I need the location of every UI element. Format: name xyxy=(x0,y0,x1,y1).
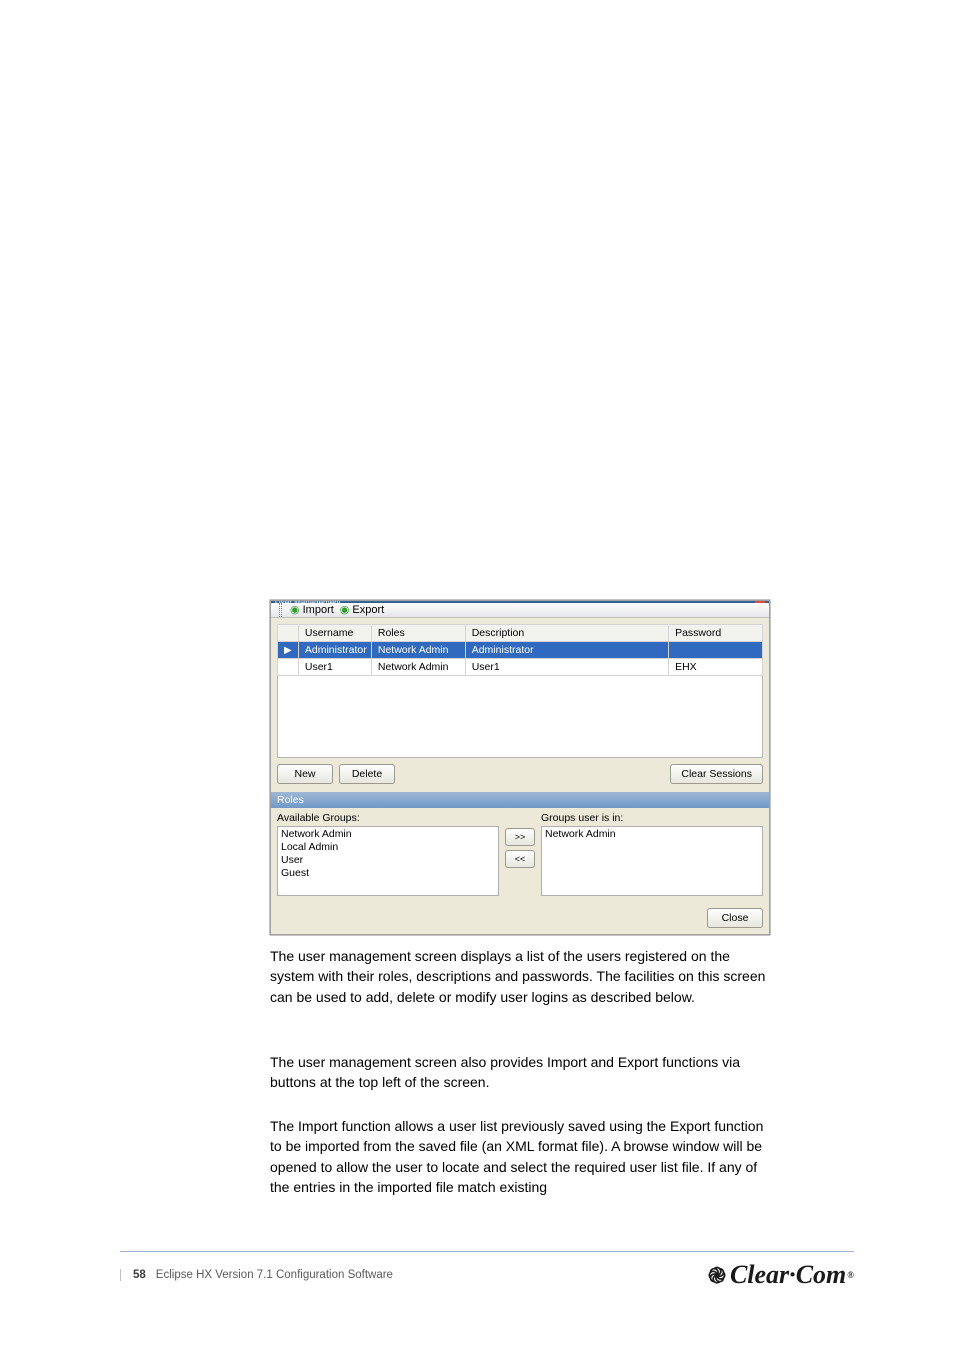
roles-section-header: Roles xyxy=(271,792,769,808)
body-paragraph: The user management screen also provides… xyxy=(270,1052,770,1093)
delete-button[interactable]: Delete xyxy=(339,764,395,784)
export-label: Export xyxy=(352,604,384,616)
new-button[interactable]: New xyxy=(277,764,333,784)
col-password[interactable]: Password xyxy=(669,625,763,642)
export-button[interactable]: ◉ Export xyxy=(340,604,384,616)
brand-text-b: Com xyxy=(796,1260,847,1290)
brand-logo: ֎ Clear·Com® xyxy=(708,1260,854,1290)
roles-zone: Available Groups: Network Admin Local Ad… xyxy=(271,808,769,902)
import-icon: ◉ xyxy=(290,605,300,616)
close-button[interactable]: Close xyxy=(707,908,763,928)
mover-buttons: >> << xyxy=(505,812,535,868)
body-paragraph: The user management screen displays a li… xyxy=(270,946,770,1007)
table-row[interactable]: ▶ Administrator Network Admin Administra… xyxy=(278,642,763,659)
list-item[interactable]: Network Admin xyxy=(545,828,759,841)
toolbar: ◉ Import ◉ Export xyxy=(271,603,769,618)
window-footer: Close xyxy=(271,902,769,934)
cell-description[interactable]: Administrator xyxy=(465,642,668,659)
col-description[interactable]: Description xyxy=(465,625,668,642)
body-paragraph: The Import function allows a user list p… xyxy=(270,1116,770,1197)
user-grid[interactable]: Username Roles Description Password ▶ Ad… xyxy=(277,624,763,676)
col-username[interactable]: Username xyxy=(298,625,371,642)
available-groups-label: Available Groups: xyxy=(277,812,499,824)
page-footer: 58 Eclipse HX Version 7.1 Configuration … xyxy=(120,1251,854,1290)
grid-buttons: New Delete Clear Sessions xyxy=(271,758,769,792)
user-management-window: User Management ◉ Import ◉ Export xyxy=(270,600,770,935)
export-icon: ◉ xyxy=(340,605,350,616)
grid-header-row: Username Roles Description Password xyxy=(278,625,763,642)
cell-roles[interactable]: Network Admin xyxy=(371,642,465,659)
doc-title: Eclipse HX Version 7.1 Configuration Sof… xyxy=(156,1269,393,1281)
page-number: 58 xyxy=(133,1269,146,1281)
footer-left: 58 Eclipse HX Version 7.1 Configuration … xyxy=(120,1269,393,1281)
available-groups-col: Available Groups: Network Admin Local Ad… xyxy=(277,812,499,896)
logo-icon: ֎ xyxy=(708,1261,726,1290)
available-groups-listbox[interactable]: Network Admin Local Admin User Guest xyxy=(277,826,499,896)
groups-user-in-col: Groups user is in: Network Admin xyxy=(541,812,763,896)
list-item[interactable]: Local Admin xyxy=(281,841,495,854)
add-group-button[interactable]: >> xyxy=(505,828,535,846)
row-selector-icon: ▶ xyxy=(284,645,292,656)
list-item[interactable]: User xyxy=(281,854,495,867)
list-item[interactable]: Guest xyxy=(281,867,495,880)
cell-password[interactable]: EHX xyxy=(669,659,763,676)
brand-text-a: Clear· xyxy=(730,1260,796,1290)
cell-description[interactable]: User1 xyxy=(465,659,668,676)
col-roles[interactable]: Roles xyxy=(371,625,465,642)
trademark: ® xyxy=(847,1270,854,1280)
cell-username[interactable]: User1 xyxy=(298,659,371,676)
remove-group-button[interactable]: << xyxy=(505,850,535,868)
list-item[interactable]: Network Admin xyxy=(281,828,495,841)
user-grid-wrapper: Username Roles Description Password ▶ Ad… xyxy=(271,618,769,758)
grid-empty-area xyxy=(277,676,763,758)
toolbar-grip xyxy=(279,603,282,617)
cell-roles[interactable]: Network Admin xyxy=(371,659,465,676)
table-row[interactable]: User1 Network Admin User1 EHX xyxy=(278,659,763,676)
cell-username[interactable]: Administrator xyxy=(298,642,371,659)
groups-user-in-listbox[interactable]: Network Admin xyxy=(541,826,763,896)
import-button[interactable]: ◉ Import xyxy=(290,604,334,616)
import-label: Import xyxy=(303,604,334,616)
clear-sessions-button[interactable]: Clear Sessions xyxy=(670,764,763,784)
cell-password[interactable] xyxy=(669,642,763,659)
groups-user-in-label: Groups user is in: xyxy=(541,812,763,824)
